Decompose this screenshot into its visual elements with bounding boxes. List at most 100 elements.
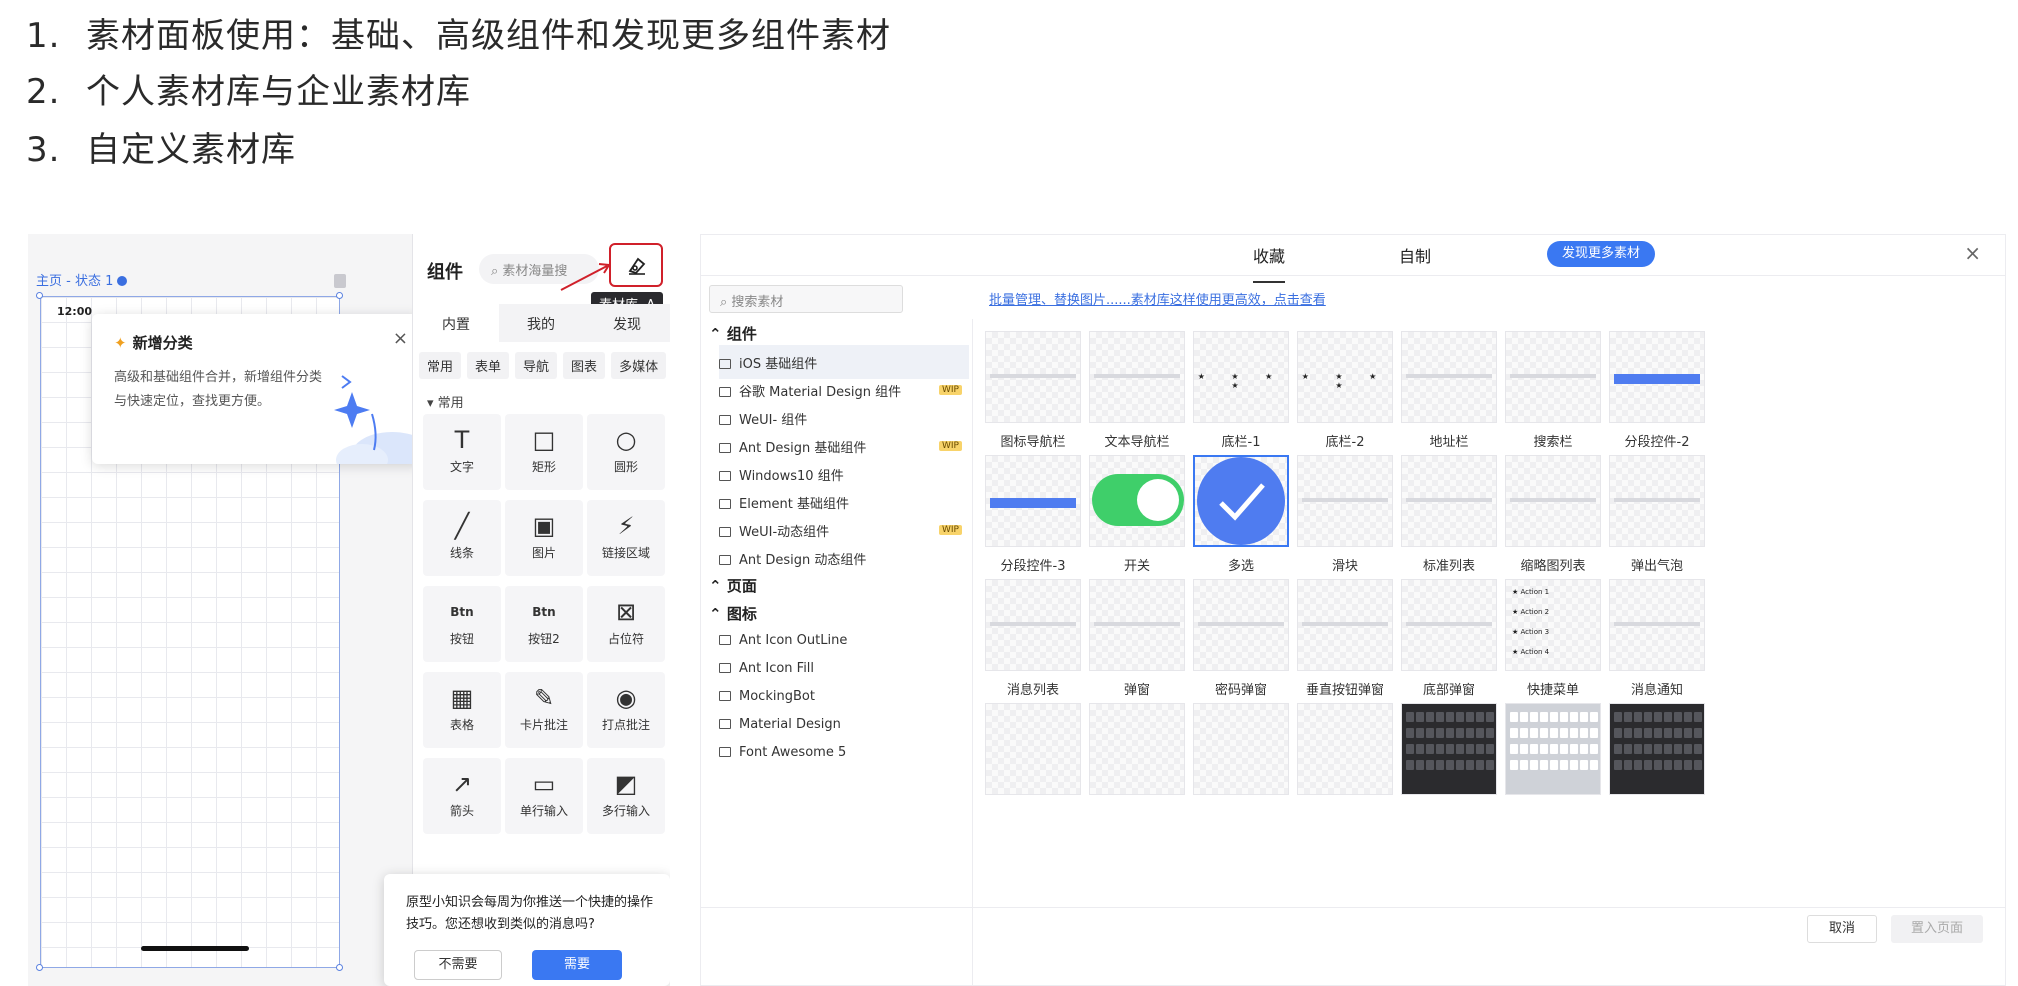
material-card[interactable] <box>1089 703 1185 853</box>
material-card[interactable] <box>1505 703 1601 853</box>
keyboard-key <box>1634 728 1642 738</box>
component-preview <box>1302 498 1388 502</box>
material-thumbnail <box>985 703 1081 795</box>
material-card[interactable] <box>1609 703 1705 853</box>
item-label: Font Awesome 5 <box>739 745 847 760</box>
keyboard-key <box>1614 760 1622 770</box>
close-icon[interactable]: × <box>1964 241 1981 265</box>
group-components[interactable]: ⌃ 组件 <box>709 323 757 344</box>
keyboard-key <box>1694 744 1702 754</box>
home-indicator <box>141 946 249 951</box>
folder-icon <box>719 415 731 425</box>
chip-chart[interactable]: 图表 <box>563 352 606 379</box>
panel-tabs: 内置 我的 发现 <box>413 304 670 342</box>
widget-image[interactable]: ▣ 图片 <box>505 500 583 576</box>
decline-button[interactable]: 不需要 <box>414 950 502 980</box>
keyboard-key <box>1486 712 1494 722</box>
material-search-input[interactable]: ⌕ 搜索素材 <box>709 285 903 313</box>
keyboard-key <box>1624 744 1632 754</box>
widget-text[interactable]: T 文字 <box>423 414 501 490</box>
keyboard-key <box>1520 728 1528 738</box>
cancel-button[interactable]: 取消 <box>1807 915 1877 943</box>
material-card[interactable] <box>985 703 1081 853</box>
widget-single-input[interactable]: ▭ 单行输入 <box>505 758 583 834</box>
chip-common[interactable]: 常用 <box>419 352 462 379</box>
widget-button2[interactable]: Btn 按钮2 <box>505 586 583 662</box>
folder-icon <box>719 471 731 481</box>
chip-nav[interactable]: 导航 <box>515 352 558 379</box>
keyboard-key <box>1694 760 1702 770</box>
close-icon[interactable]: × <box>393 328 408 349</box>
chip-form[interactable]: 表单 <box>467 352 510 379</box>
keyboard-key <box>1684 744 1692 754</box>
resize-handle[interactable] <box>336 964 343 971</box>
insert-page-button[interactable]: 置入页面 <box>1891 915 1983 943</box>
material-card-label: 滑块 <box>1331 559 1358 574</box>
keyboard-key <box>1436 744 1444 754</box>
accept-button[interactable]: 需要 <box>532 950 622 980</box>
material-card-label: 地址栏 <box>1429 435 1469 450</box>
discover-more-button[interactable]: 发现更多素材 <box>1547 241 1655 267</box>
sidebar-item-antd-dynamic[interactable]: Ant Design 动态组件 <box>719 541 969 575</box>
library-sidebar: ⌃ 组件 iOS 基础组件 谷歌 Material Design 组件 WIP W… <box>701 319 973 985</box>
material-card[interactable] <box>1297 703 1393 853</box>
menu-action: ★ Action 4 <box>1512 648 1550 656</box>
keyboard-key <box>1466 744 1474 754</box>
keyboard-key <box>1644 760 1652 770</box>
widget-card-note[interactable]: ✎ 卡片批注 <box>505 672 583 748</box>
widget-line[interactable]: ╱ 线条 <box>423 500 501 576</box>
widget-placeholder[interactable]: ⊠ 占位符 <box>587 586 665 662</box>
material-library-button[interactable] <box>609 243 663 287</box>
keyboard-key <box>1664 760 1672 770</box>
resize-handle[interactable] <box>336 292 343 299</box>
tab-mine[interactable]: 我的 <box>527 314 555 334</box>
widget-pin-note[interactable]: ◉ 打点批注 <box>587 672 665 748</box>
widget-multi-input[interactable]: ◩ 多行输入 <box>587 758 665 834</box>
sidebar-item-font-awesome[interactable]: Font Awesome 5 <box>719 737 969 771</box>
keyboard-key <box>1560 760 1568 770</box>
material-thumbnail <box>1297 455 1393 547</box>
widget-table[interactable]: ▦ 表格 <box>423 672 501 748</box>
resize-handle[interactable] <box>36 292 43 299</box>
widget-rect[interactable]: □ 矩形 <box>505 414 583 490</box>
settings-dot-icon[interactable] <box>117 276 128 286</box>
keyboard-key <box>1570 712 1578 722</box>
widget-button[interactable]: Btn 按钮 <box>423 586 501 662</box>
rectangle-icon: □ <box>532 426 556 454</box>
tab-discover[interactable]: 发现 <box>613 314 641 334</box>
pin-icon[interactable] <box>334 274 346 288</box>
tab-favorites[interactable]: 收藏 <box>1253 243 1286 283</box>
group-icons[interactable]: ⌃ 图标 <box>709 603 757 624</box>
wip-badge: WIP <box>939 525 962 535</box>
material-card-label: 弹窗 <box>1123 683 1150 698</box>
component-preview <box>1406 374 1492 378</box>
material-thumbnail <box>1193 579 1289 671</box>
wip-badge: WIP <box>939 385 962 395</box>
chip-media[interactable]: 多媒体 <box>611 352 667 379</box>
keyboard-key <box>1684 712 1692 722</box>
component-preview <box>1406 498 1492 502</box>
canvas-state-label[interactable]: 主页 - 状态 1 <box>36 270 128 289</box>
widget-label: 文字 <box>449 460 474 474</box>
tips-link[interactable]: 批量管理、替换图片......素材库这样使用更高效，点击查看 <box>989 289 1326 308</box>
widget-circle[interactable]: ○ 圆形 <box>587 414 665 490</box>
material-card-label: 分段控件-3 <box>1000 559 1066 574</box>
widget-link-area[interactable]: ⚡ 链接区域 <box>587 500 665 576</box>
widget-label: 卡片批注 <box>519 718 568 732</box>
keyboard-key <box>1466 712 1474 722</box>
group-pages[interactable]: ⌃ 页面 <box>709 575 757 596</box>
table-icon: ▦ <box>450 684 474 712</box>
widget-arrow[interactable]: ↗ 箭头 <box>423 758 501 834</box>
material-card[interactable] <box>1401 703 1497 853</box>
tab-builtin[interactable]: 内置 <box>413 304 499 342</box>
location-pin-icon: ◉ <box>615 684 637 712</box>
keyboard-key <box>1560 712 1568 722</box>
tab-custom[interactable]: 自制 <box>1399 243 1431 267</box>
star-icon: ★ ★ ★ ★ <box>1197 372 1285 390</box>
section-common[interactable]: ▾ 常用 <box>427 392 464 411</box>
keyboard-key <box>1560 744 1568 754</box>
resize-handle[interactable] <box>36 964 43 971</box>
material-card[interactable] <box>1193 703 1289 853</box>
keyboard-key <box>1540 760 1548 770</box>
keyboard-key <box>1540 744 1548 754</box>
